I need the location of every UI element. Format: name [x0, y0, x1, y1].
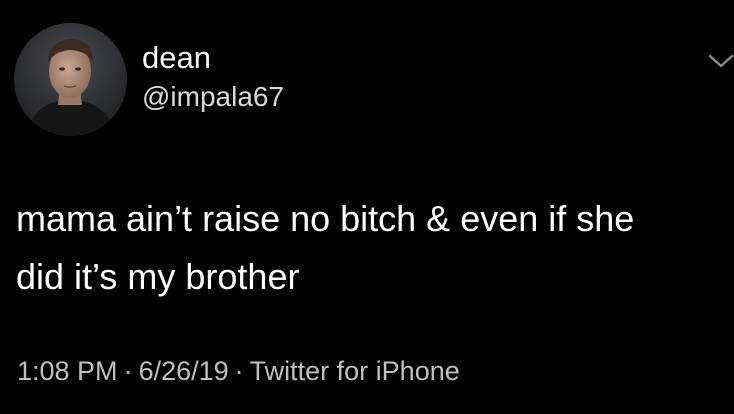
tweet-text-line: mama ain’t raise no bitch & even if she	[16, 198, 635, 239]
tweet-metadata: 1:08 PM · 6/26/19 · Twitter for iPhone	[17, 354, 460, 388]
user-handle[interactable]: @impala67	[142, 81, 284, 113]
chevron-down-icon[interactable]	[708, 50, 734, 72]
separator: ·	[123, 356, 133, 386]
separator: ·	[234, 356, 244, 386]
tweet-time[interactable]: 1:08 PM	[17, 356, 118, 386]
tweet-text-line: did it’s my brother	[16, 256, 300, 297]
tweet-text: mama ain’t raise no bitch & even if she …	[16, 190, 734, 306]
display-name[interactable]: dean	[142, 40, 211, 76]
avatar-photo	[14, 23, 127, 136]
tweet-card: dean @impala67 mama ain’t raise no bitch…	[0, 0, 734, 414]
tweet-source[interactable]: Twitter for iPhone	[250, 356, 460, 386]
avatar[interactable]	[14, 23, 127, 136]
tweet-date[interactable]: 6/26/19	[139, 356, 229, 386]
